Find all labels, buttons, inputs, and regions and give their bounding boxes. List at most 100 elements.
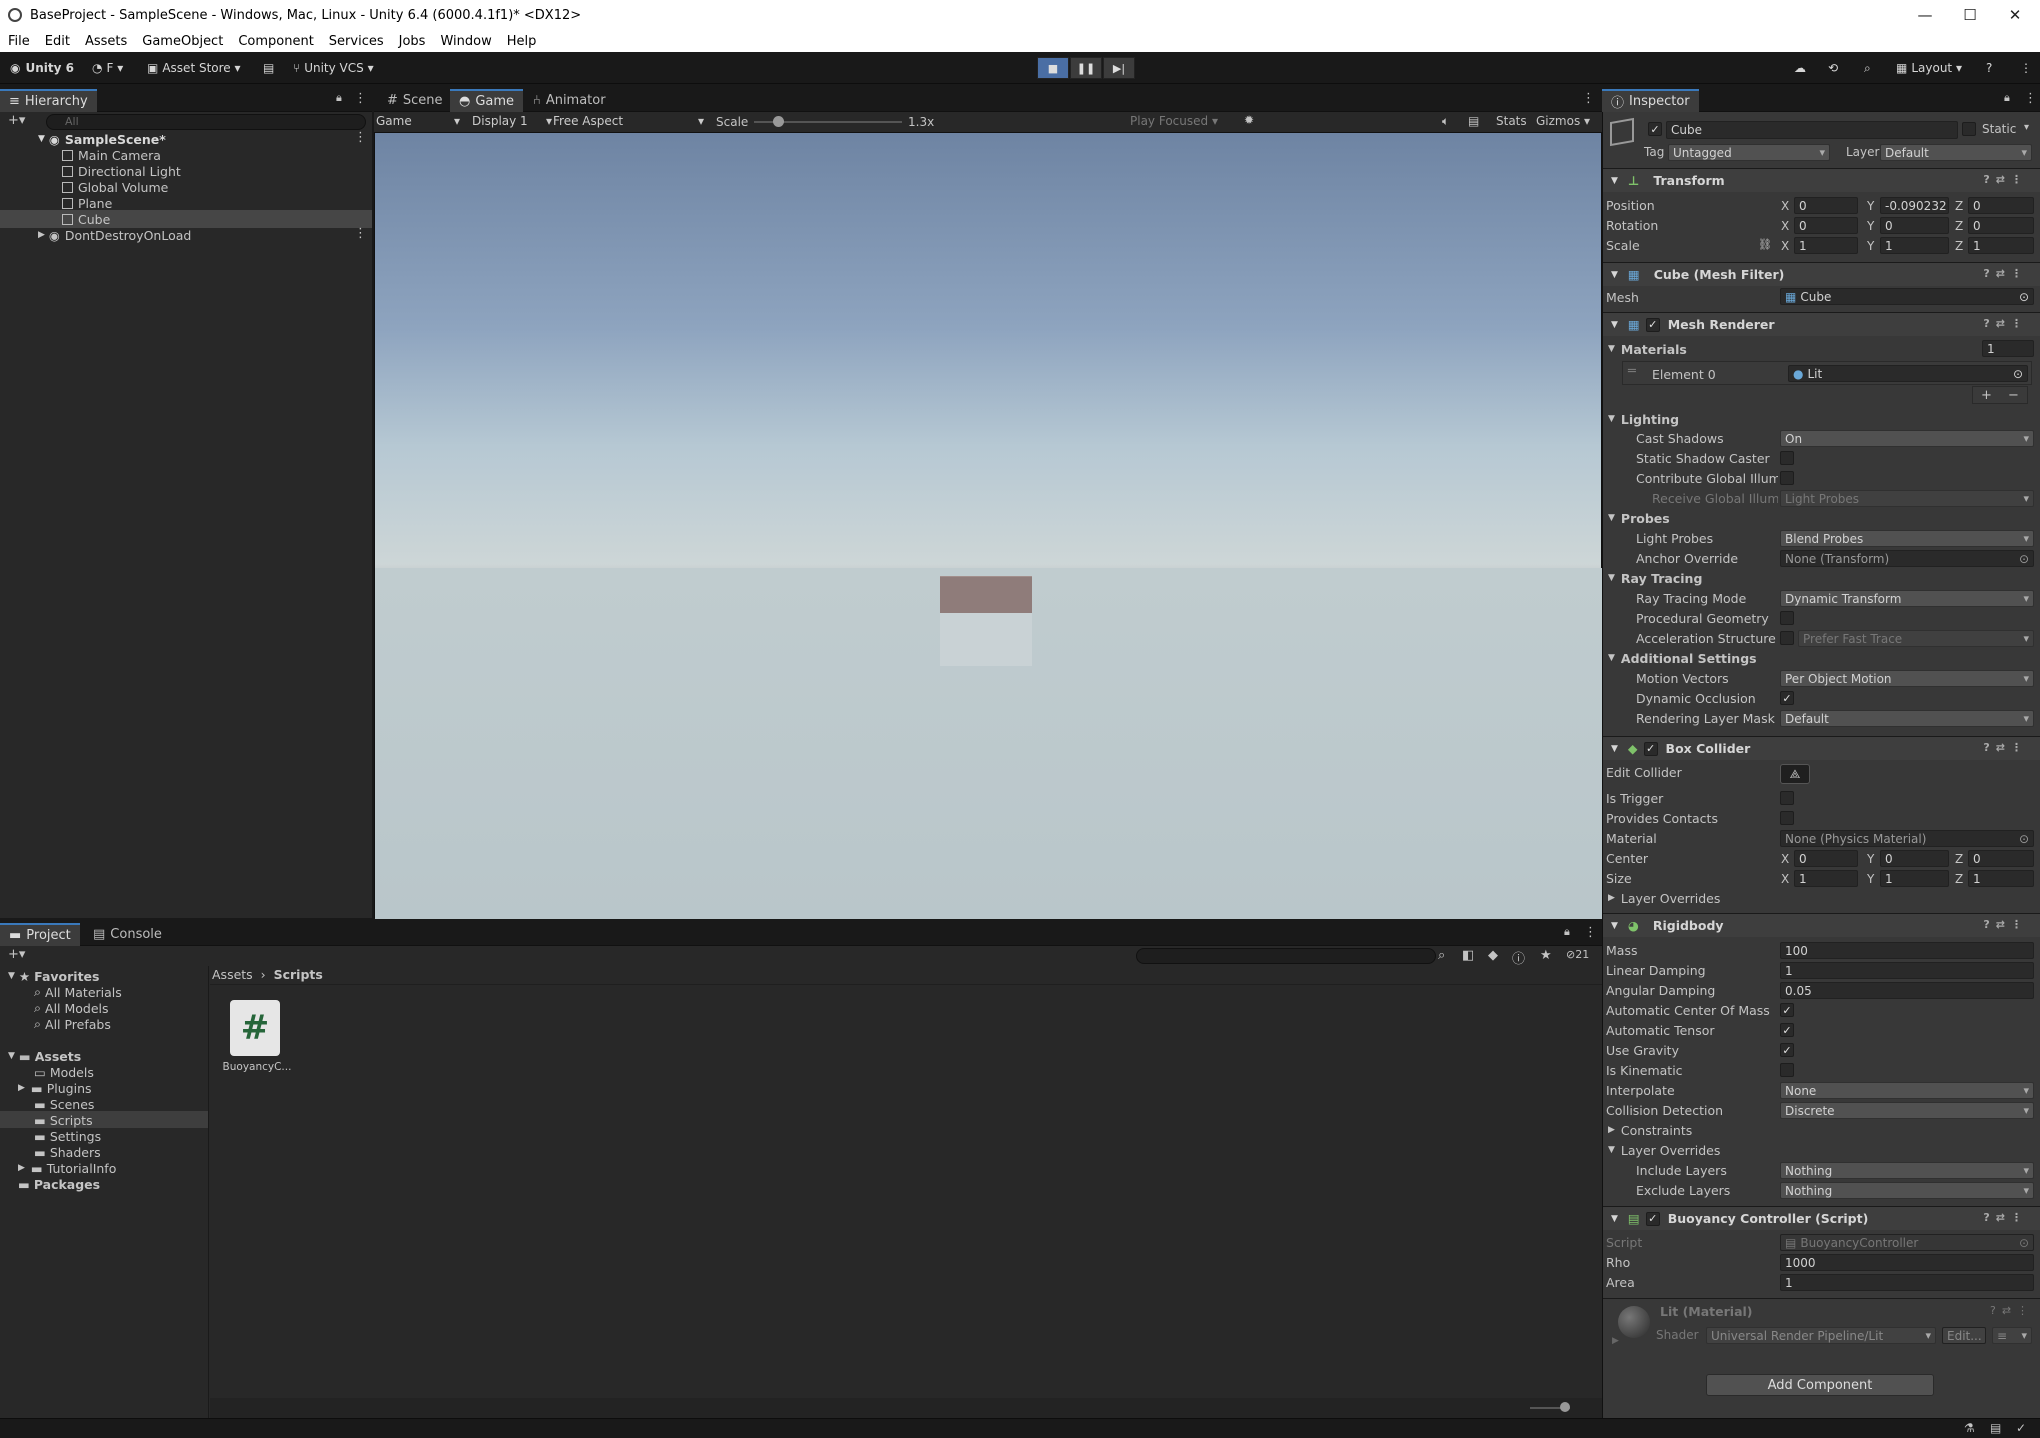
script-file-label[interactable]: BuoyancyC... <box>222 1061 292 1073</box>
menu-help[interactable]: Help <box>507 34 537 49</box>
interpolate-dropdown[interactable]: None <box>1780 1082 2034 1099</box>
add-button[interactable]: +▾ <box>8 113 25 128</box>
static-shadow-caster-checkbox[interactable] <box>1780 451 1794 465</box>
contribute-gi-checkbox[interactable] <box>1780 471 1794 485</box>
provides-contacts-checkbox[interactable] <box>1780 811 1794 825</box>
add-icon[interactable]: + <box>1981 388 1992 403</box>
component-actions[interactable]: ?⇄⋮ <box>1983 1211 2028 1224</box>
object-name-input[interactable]: Cube <box>1666 121 1958 139</box>
size-z-field[interactable]: 1 <box>1968 870 2034 887</box>
box-layer-overrides-foldout[interactable]: ▶ Layer Overrides <box>1608 888 1720 908</box>
display-dropdown[interactable]: Display 1 ▾ <box>472 114 554 130</box>
packages-node[interactable]: ▬ Packages <box>18 1174 100 1194</box>
more-icon[interactable]: ⋮ <box>2024 91 2037 106</box>
keyboard-icon[interactable]: ▤ <box>1468 114 1479 128</box>
menu-file[interactable]: File <box>8 34 30 49</box>
rho-field[interactable]: 1000 <box>1780 1254 2034 1271</box>
component-actions[interactable]: ?⇄⋮ <box>1983 173 2028 186</box>
more-icon[interactable]: ⋮ <box>1582 91 1595 106</box>
cache-icon[interactable]: ▤ <box>1990 1421 2001 1435</box>
step-button[interactable]: ▶| <box>1103 57 1135 79</box>
collapse-arrow-icon[interactable]: ▶ <box>1612 1336 1619 1346</box>
info-icon[interactable]: ⓘ <box>1512 948 1525 967</box>
close-button[interactable]: ✕ <box>1990 0 2040 30</box>
is-kinematic-checkbox[interactable] <box>1780 1063 1794 1077</box>
static-dropdown-icon[interactable]: ▾ <box>2024 122 2029 133</box>
component-enabled-checkbox[interactable]: ✓ <box>1643 741 1658 756</box>
search-icon[interactable]: ⌕ <box>1864 58 1871 78</box>
game-view[interactable] <box>374 132 1603 919</box>
menu-component[interactable]: Component <box>238 34 313 49</box>
auto-tensor-checkbox[interactable]: ✓ <box>1780 1023 1794 1037</box>
menu-gameobject[interactable]: GameObject <box>142 34 223 49</box>
icon-size-slider-handle[interactable] <box>1560 1402 1570 1412</box>
aspect-dropdown[interactable]: Free Aspect ▾ <box>553 114 708 130</box>
additional-settings-foldout[interactable]: ▼ Additional Settings <box>1608 648 1757 668</box>
tag-dropdown[interactable]: Untagged <box>1668 144 1830 161</box>
shader-dropdown[interactable]: Universal Render Pipeline/Lit <box>1706 1327 1936 1344</box>
vcs-button[interactable]: ⑂ Unity VCS ▾ <box>293 58 374 78</box>
game-mode-dropdown[interactable]: Game ▾ <box>376 114 462 130</box>
tab-game[interactable]: ◓ Game <box>450 89 524 112</box>
dynamic-occlusion-checkbox[interactable]: ✓ <box>1780 691 1794 705</box>
collision-detection-dropdown[interactable]: Discrete <box>1780 1102 2034 1119</box>
exclude-layers-dropdown[interactable]: Nothing <box>1780 1182 2034 1199</box>
add-button[interactable]: +▾ <box>8 947 25 962</box>
label-icon[interactable]: ◆ <box>1488 948 1498 963</box>
fav-all-prefabs[interactable]: ⌕ All Prefabs <box>34 1014 111 1034</box>
tab-hierarchy[interactable]: ≡ Hierarchy <box>0 89 97 112</box>
scale-x-field[interactable]: 1 <box>1794 237 1858 254</box>
mesh-field[interactable]: ▦ Cube ⊙ <box>1780 288 2034 305</box>
lock-icon[interactable]: 🔒︎ <box>1564 925 1570 939</box>
use-gravity-checkbox[interactable]: ✓ <box>1780 1043 1794 1057</box>
ddol-menu-icon[interactable]: ⋮ <box>354 226 367 241</box>
rotation-x-field[interactable]: 0 <box>1794 217 1858 234</box>
anchor-override-field[interactable]: None (Transform) ⊙ <box>1780 550 2034 567</box>
filter-type-icon[interactable]: ◧ <box>1462 948 1474 963</box>
center-z-field[interactable]: 0 <box>1968 850 2034 867</box>
history-icon[interactable]: ⟲ <box>1828 58 1838 78</box>
remove-icon[interactable]: − <box>2008 388 2019 403</box>
auto-center-of-mass-checkbox[interactable]: ✓ <box>1780 1003 1794 1017</box>
edit-collider-button[interactable]: ⟁ <box>1780 764 1810 784</box>
scene-ddol[interactable]: ▶ ◉ DontDestroyOnLoad <box>38 225 191 245</box>
hidden-count[interactable]: ⊘21 <box>1566 948 1589 961</box>
box-collider-header[interactable]: ▼ ◆ ✓ Box Collider ?⇄⋮ <box>1603 736 2040 760</box>
shader-options-dropdown[interactable]: ≡ <box>1992 1327 2032 1344</box>
more-icon[interactable]: ⋮ <box>1584 925 1597 940</box>
play-focused-dropdown[interactable]: Play Focused ▾ <box>1130 114 1230 128</box>
center-x-field[interactable]: 0 <box>1794 850 1858 867</box>
procedural-geometry-checkbox[interactable] <box>1780 611 1794 625</box>
maximize-button[interactable]: ☐ <box>1945 0 1995 30</box>
transform-header[interactable]: ▼ ⊥ Transform ?⇄⋮ <box>1603 168 2040 192</box>
help-icon[interactable]: ? <box>1986 58 1992 78</box>
mass-field[interactable]: 100 <box>1780 942 2034 959</box>
tab-inspector[interactable]: ⓘ Inspector <box>1602 89 1699 112</box>
more-icon[interactable]: ⋮ <box>2020 58 2032 78</box>
size-y-field[interactable]: 1 <box>1880 870 1949 887</box>
materials-count-field[interactable]: 1 <box>1982 340 2034 357</box>
scene-menu-icon[interactable]: ⋮ <box>354 130 367 145</box>
menu-services[interactable]: Services <box>329 34 384 49</box>
audio-icon[interactable]: 🔈︎ <box>1442 114 1449 129</box>
minimize-button[interactable]: — <box>1900 0 1950 30</box>
tab-project[interactable]: ▬ Project <box>0 923 80 946</box>
hierarchy-search-input[interactable]: All <box>46 114 366 130</box>
collider-material-field[interactable]: None (Physics Material) ⊙ <box>1780 830 2034 847</box>
pause-button[interactable]: ❚❚ <box>1070 57 1102 79</box>
probes-foldout[interactable]: ▼ Probes <box>1608 508 1670 528</box>
rotation-z-field[interactable]: 0 <box>1968 217 2034 234</box>
cast-shadows-dropdown[interactable]: On <box>1780 430 2034 447</box>
play-button[interactable]: ■ <box>1037 57 1069 79</box>
more-icon[interactable]: ⋮ <box>354 91 367 106</box>
menu-assets[interactable]: Assets <box>85 34 127 49</box>
lock-icon[interactable]: 🔒︎ <box>2004 91 2010 105</box>
component-actions[interactable]: ?⇄⋮ <box>1983 317 2028 330</box>
position-x-field[interactable]: 0 <box>1794 197 1858 214</box>
lock-icon[interactable]: 🔒︎ <box>336 91 342 105</box>
breadcrumb-assets[interactable]: Assets <box>212 967 253 982</box>
check-icon[interactable]: ✓ <box>2016 1421 2026 1435</box>
light-probes-dropdown[interactable]: Blend Probes <box>1780 530 2034 547</box>
network-icon[interactable]: ⚗ <box>1964 1421 1975 1435</box>
is-trigger-checkbox[interactable] <box>1780 791 1794 805</box>
